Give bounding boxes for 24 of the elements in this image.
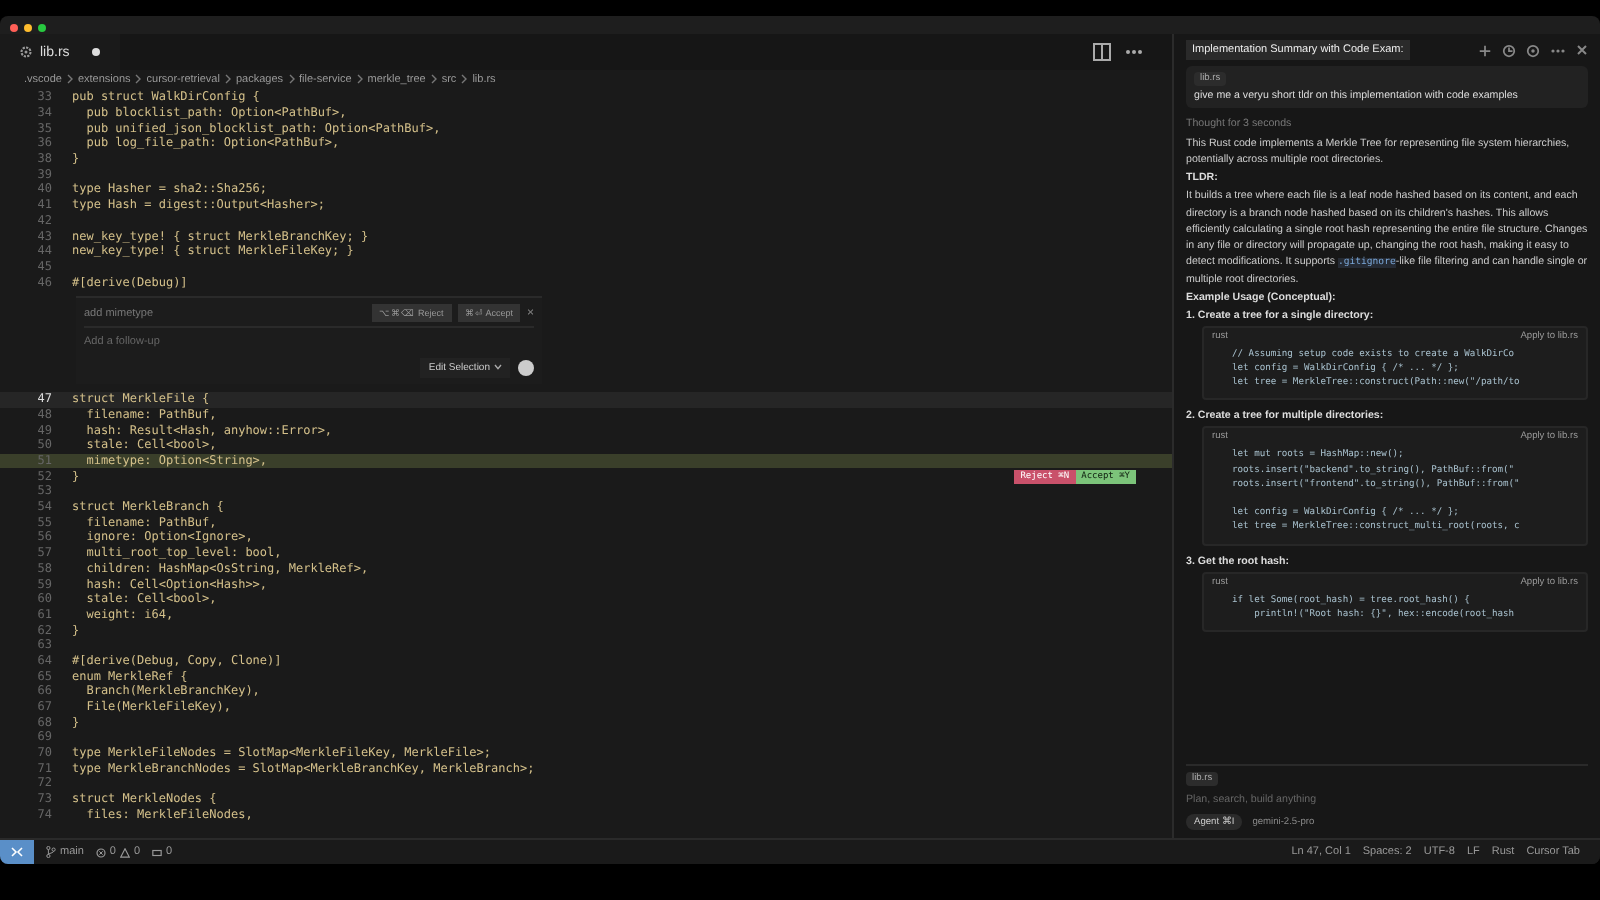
chevron-icon: [429, 74, 438, 84]
plus-icon[interactable]: [1478, 43, 1492, 57]
error-icon: [95, 847, 106, 857]
gear-icon: [20, 46, 32, 58]
send-icon[interactable]: [518, 359, 534, 376]
caret-icon: [494, 364, 502, 371]
close-icon[interactable]: [1576, 44, 1588, 56]
chevron-icon: [65, 74, 74, 84]
chevron-icon: [355, 74, 364, 84]
more-icon[interactable]: [1124, 48, 1144, 56]
minimize-window-icon[interactable]: [24, 23, 32, 31]
history-icon[interactable]: [1502, 43, 1516, 57]
chevron-icon: [287, 74, 295, 84]
settings-icon[interactable]: [1526, 43, 1540, 57]
split-editor-icon[interactable]: [1092, 42, 1112, 62]
remote-icon: [10, 846, 24, 858]
warning-icon: [119, 847, 130, 857]
remote-button[interactable]: [0, 840, 34, 864]
chevron-icon: [223, 74, 232, 84]
zoom-window-icon[interactable]: [38, 23, 46, 31]
close-window-icon[interactable]: [10, 23, 18, 31]
chevron-icon: [460, 74, 469, 84]
more-icon[interactable]: [1550, 47, 1566, 53]
chevron-icon: [134, 74, 143, 84]
